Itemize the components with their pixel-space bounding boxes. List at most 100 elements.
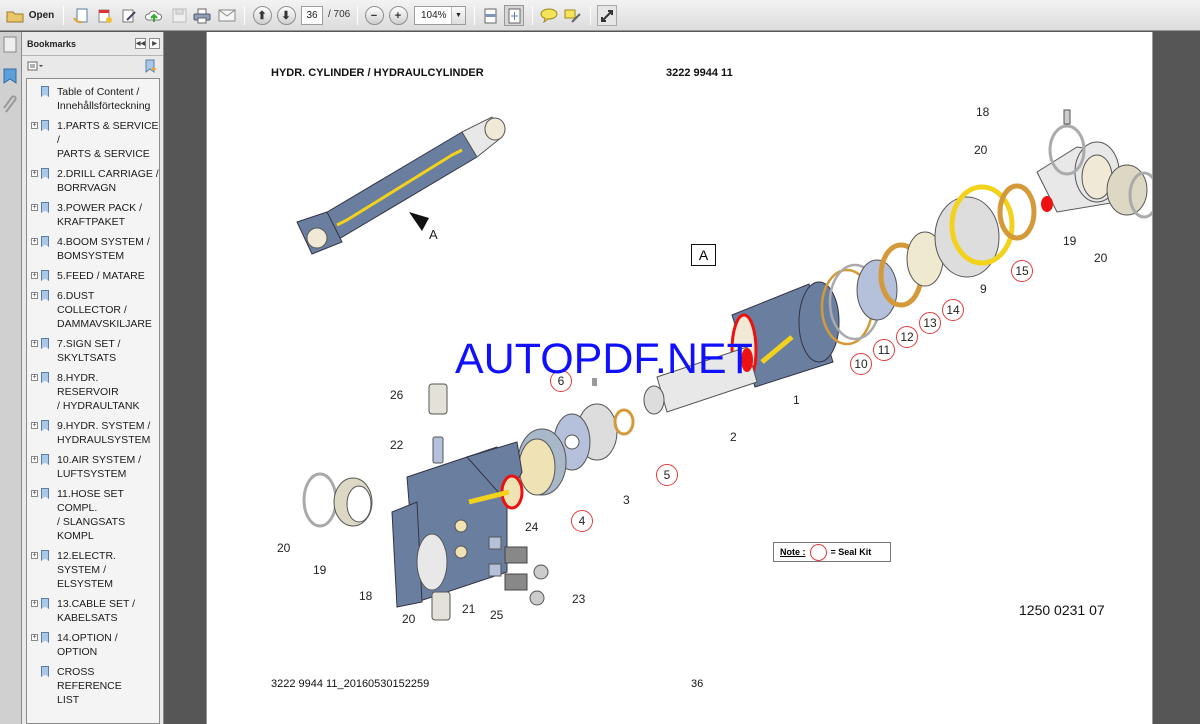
combine-files-button[interactable] <box>96 5 114 26</box>
open-button[interactable]: Open <box>0 5 60 26</box>
zoom-select[interactable]: 104% ▼ <box>414 6 466 25</box>
bookmark-icon <box>41 598 49 609</box>
expand-icon[interactable]: + <box>31 122 38 129</box>
expand-icon[interactable]: + <box>31 340 38 347</box>
bookmarks-icon[interactable] <box>3 68 17 84</box>
next-page-icon: ⬇ <box>276 6 296 25</box>
callout-21: 21 <box>462 602 476 616</box>
bookmark-icon <box>41 168 49 179</box>
expand-icon[interactable]: + <box>31 374 38 381</box>
bookmark-icon <box>41 236 49 247</box>
combine-files-icon <box>98 9 112 23</box>
bookmark-icon <box>41 454 49 465</box>
expand-icon[interactable]: + <box>31 600 38 607</box>
options-menu-icon[interactable] <box>27 61 45 71</box>
bookmark-label: Table of Content / Innehållsförteckning <box>57 86 151 112</box>
next-page-button[interactable]: ⬇ <box>276 5 296 26</box>
bookmark-item[interactable]: +9.HYDR. SYSTEM / HYDRAULSYSTEM <box>27 419 159 447</box>
seal-callout-11: 11 <box>873 339 895 361</box>
bookmark-item[interactable]: +11.HOSE SET COMPL. / SLANGSATS KOMPL <box>27 487 159 543</box>
expand-icon[interactable]: + <box>31 292 38 299</box>
bookmark-label: 11.HOSE SET COMPL. / SLANGSATS KOMPL <box>57 488 126 542</box>
expand-icon[interactable]: + <box>31 272 38 279</box>
collapse-panel-icon[interactable]: ◀◀ <box>135 38 146 49</box>
bookmark-item[interactable]: +13.CABLE SET / KABELSATS <box>27 597 159 625</box>
callout-3: 3 <box>623 493 630 507</box>
zoom-in-button[interactable]: + <box>388 5 408 26</box>
bookmark-item[interactable]: +8.HYDR. RESERVOIR / HYDRAULTANK <box>27 371 159 413</box>
zoom-out-icon: − <box>364 6 384 25</box>
email-button[interactable] <box>217 5 237 26</box>
bookmark-icon <box>41 120 49 131</box>
previous-page-button[interactable]: ⬆ <box>252 5 272 26</box>
bookmark-icon <box>41 632 49 643</box>
save-icon <box>172 8 186 23</box>
zoom-out-button[interactable]: − <box>364 5 384 26</box>
bookmark-item[interactable]: +12.ELECTR. SYSTEM / ELSYSTEM <box>27 549 159 591</box>
bookmark-item[interactable]: +10.AIR SYSTEM / LUFTSYSTEM <box>27 453 159 481</box>
bookmark-item[interactable]: +7.SIGN SET / SKYLTSATS <box>27 337 159 365</box>
bookmark-icon <box>41 338 49 349</box>
bookmark-item[interactable]: +3.POWER PACK / KRAFTPAKET <box>27 201 159 229</box>
chevron-down-icon[interactable]: ▼ <box>451 7 465 24</box>
bookmark-item[interactable]: +14.OPTION / OPTION <box>27 631 159 659</box>
seal-callout-14: 14 <box>942 299 964 321</box>
expand-icon[interactable]: + <box>31 552 38 559</box>
document-viewer: HYDR. CYLINDER / HYDRAULCYLINDER 3222 99… <box>165 32 1200 724</box>
cylinder-head-part <box>391 441 524 608</box>
page-number-input[interactable]: 36 <box>301 6 323 25</box>
bookmark-item[interactable]: +2.DRILL CARRIAGE / BORRVAGN <box>27 167 159 195</box>
callout-24: 24 <box>525 520 539 534</box>
highlight-icon <box>564 9 581 23</box>
fullscreen-button[interactable] <box>597 5 617 26</box>
save-button[interactable] <box>170 5 188 26</box>
bookmark-item[interactable]: +4.BOOM SYSTEM / BOMSYSTEM <box>27 235 159 263</box>
comment-button[interactable] <box>539 5 559 26</box>
assembled-cylinder-illustration <box>296 116 506 255</box>
create-pdf-button[interactable] <box>72 5 90 26</box>
folder-open-icon <box>6 11 24 22</box>
print-button[interactable] <box>192 5 212 26</box>
callout-23: 23 <box>572 592 586 606</box>
expand-icon[interactable]: + <box>31 204 38 211</box>
edit-button[interactable] <box>120 5 138 26</box>
upload-button[interactable] <box>144 5 164 26</box>
drawing-number: 1250 0231 07 <box>1019 602 1105 618</box>
bookmark-item[interactable]: +6.DUST COLLECTOR / DAMMAVSKILJARE <box>27 289 159 331</box>
bookmark-item[interactable]: Table of Content / Innehållsförteckning <box>27 85 159 113</box>
footer-page-number: 36 <box>691 678 704 690</box>
toolbar: Open ⬆ ⬇ 36 / 706 − + 104% ▼ <box>0 0 1200 31</box>
bookmark-label: 6.DUST COLLECTOR / DAMMAVSKILJARE <box>57 290 152 330</box>
bookmark-item[interactable]: +1.PARTS & SERVICE / PARTS & SERVICE <box>27 119 159 161</box>
expand-icon[interactable]: + <box>31 422 38 429</box>
expand-icon[interactable]: + <box>31 490 38 497</box>
bookmark-icon <box>41 86 49 97</box>
bookmark-icon <box>41 270 49 281</box>
expand-panel-icon[interactable]: ▶ <box>149 38 160 49</box>
callout-19-left: 19 <box>313 563 327 577</box>
expand-icon[interactable]: + <box>31 170 38 177</box>
attachments-icon[interactable] <box>2 94 18 114</box>
fit-width-icon <box>484 8 496 23</box>
bookmark-list: Table of Content / Innehållsförteckning +… <box>26 78 160 724</box>
bookmark-icon <box>41 420 49 431</box>
expand-icon[interactable]: + <box>31 238 38 245</box>
fit-width-button[interactable] <box>481 5 499 26</box>
bookmark-icon <box>41 202 49 213</box>
highlight-button[interactable] <box>563 5 583 26</box>
fit-page-button[interactable] <box>504 5 524 26</box>
page-thumbnails-icon[interactable] <box>2 36 18 54</box>
expand-icon[interactable]: + <box>31 634 38 641</box>
bookmark-item[interactable]: +5.FEED / MATARE <box>27 269 159 283</box>
expand-icon[interactable]: + <box>31 456 38 463</box>
callout-19-right: 19 <box>1063 234 1077 248</box>
callout-26: 26 <box>390 388 404 402</box>
bookmarks-title: Bookmarks <box>27 38 77 49</box>
bookmark-item[interactable]: CROSS REFERENCE LIST <box>27 665 159 707</box>
note-label: Note : <box>780 547 806 557</box>
seal-callout-4: 4 <box>571 510 593 532</box>
bookmark-label: 5.FEED / MATARE <box>57 270 145 282</box>
new-bookmark-icon[interactable] <box>144 59 158 73</box>
callout-2: 2 <box>730 430 737 444</box>
seal-callout-10: 10 <box>850 353 872 375</box>
